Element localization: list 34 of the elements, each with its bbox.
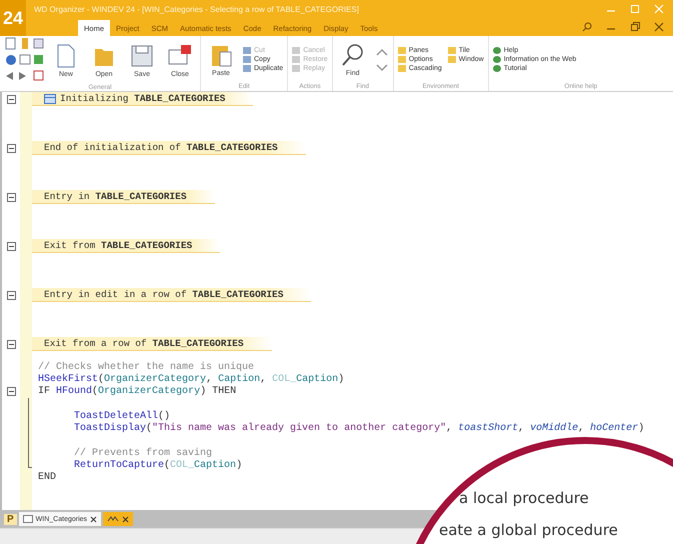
app-logo: 24 bbox=[0, 0, 26, 36]
event-title: Initializing TABLE_CATEGORIES bbox=[60, 93, 226, 104]
code-line: // Prevents from saving bbox=[73, 448, 212, 459]
fold-toggle-icon[interactable] bbox=[6, 340, 16, 348]
code-line: HSeekFirst(OrganizerCategory, Caption, COL_Caption) bbox=[37, 374, 344, 385]
restore-icon[interactable] bbox=[629, 22, 641, 32]
event-title: End of initialization of TABLE_CATEGORIES bbox=[44, 142, 278, 153]
menu-item[interactable]: eate a global procedure bbox=[439, 521, 618, 539]
code-line: ToastDisplay("This name was already given to another category", toastShort, voMiddle, hoCenter) bbox=[73, 423, 644, 434]
code-line: IF HFound(OrganizerCategory) THEN bbox=[37, 386, 236, 398]
close-icon[interactable] bbox=[122, 516, 130, 522]
fold-toggle-icon[interactable] bbox=[6, 387, 16, 396]
code-line: // Checks whether the name is unique bbox=[37, 362, 254, 373]
fold-bracket-line bbox=[28, 398, 32, 468]
code-line: ReturnToCapture(COL_Caption) bbox=[73, 460, 242, 472]
project-label[interactable]: P bbox=[4, 514, 17, 524]
fold-toggle-icon[interactable] bbox=[6, 242, 16, 250]
event-title: Entry in edit in a row of TABLE_CATEGORIES bbox=[44, 289, 284, 300]
fold-toggle-icon[interactable] bbox=[6, 192, 16, 202]
code-line: ToastDeleteAll() bbox=[73, 410, 170, 422]
fold-toggle-icon[interactable] bbox=[6, 94, 16, 104]
window-title: WD Organizer - WINDEV 24 - [WIN_Categories - Selecting a row of TABLE_CATEGORIES] bbox=[33, 4, 359, 14]
menu-item[interactable]: a local procedure bbox=[459, 489, 589, 507]
close-icon[interactable] bbox=[90, 516, 98, 522]
fold-toggle-icon[interactable] bbox=[6, 290, 16, 300]
event-title: Exit from TABLE_CATEGORIES bbox=[44, 240, 192, 251]
code-tab[interactable] bbox=[103, 512, 134, 526]
search-icon[interactable] bbox=[581, 22, 593, 32]
event-title: Exit from a row of TABLE_CATEGORIES bbox=[44, 338, 244, 349]
window-icon bbox=[22, 515, 33, 523]
code-icon bbox=[107, 515, 120, 523]
code-line: END bbox=[37, 472, 56, 484]
event-title: Entry in TABLE_CATEGORIES bbox=[44, 191, 187, 202]
fold-toggle-icon[interactable] bbox=[6, 144, 16, 152]
